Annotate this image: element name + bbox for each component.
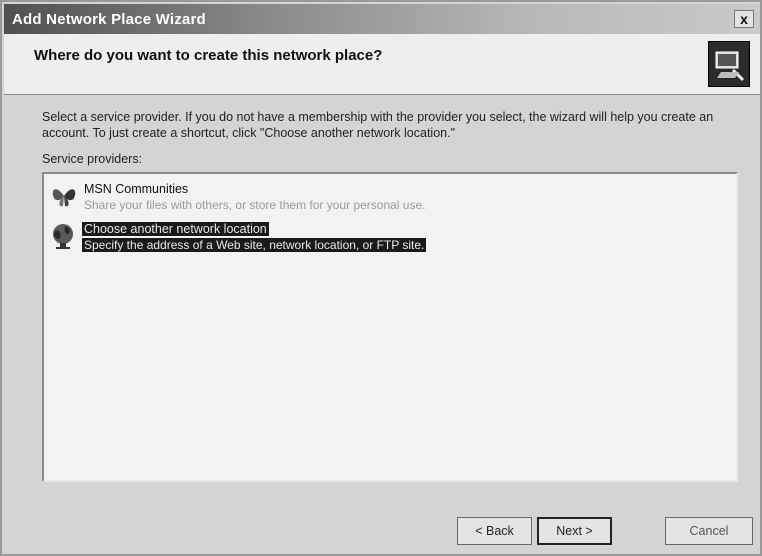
network-place-wizard-icon [708, 41, 750, 87]
add-network-place-wizard-window: Add Network Place Wizard x Where do you … [0, 0, 762, 556]
provider-item-msn-communities[interactable]: MSN Communities Share your files with ot… [48, 178, 648, 212]
msn-butterfly-icon [50, 182, 78, 210]
next-button[interactable]: Next > [537, 517, 612, 545]
service-providers-label: Service providers: [42, 152, 143, 166]
provider-description: Share your files with others, or store t… [84, 198, 426, 212]
back-button[interactable]: < Back [457, 517, 532, 545]
wizard-header: Where do you want to create this network… [4, 34, 760, 95]
service-providers-list[interactable]: MSN Communities Share your files with ot… [42, 172, 738, 482]
provider-description: Specify the address of a Web site, netwo… [82, 238, 427, 252]
network-globe-icon [50, 222, 78, 250]
title-bar: Add Network Place Wizard x [4, 4, 760, 34]
close-button[interactable]: x [734, 10, 754, 28]
provider-name: MSN Communities [84, 182, 189, 196]
cancel-button[interactable]: Cancel [665, 517, 753, 545]
page-title: Where do you want to create this network… [34, 47, 383, 64]
provider-name: Choose another network location [82, 222, 269, 236]
instructions-text: Select a service provider. If you do not… [42, 110, 714, 140]
window-title: Add Network Place Wizard [12, 11, 206, 28]
provider-item-other-network-location[interactable]: Choose another network location Specify … [48, 218, 648, 252]
